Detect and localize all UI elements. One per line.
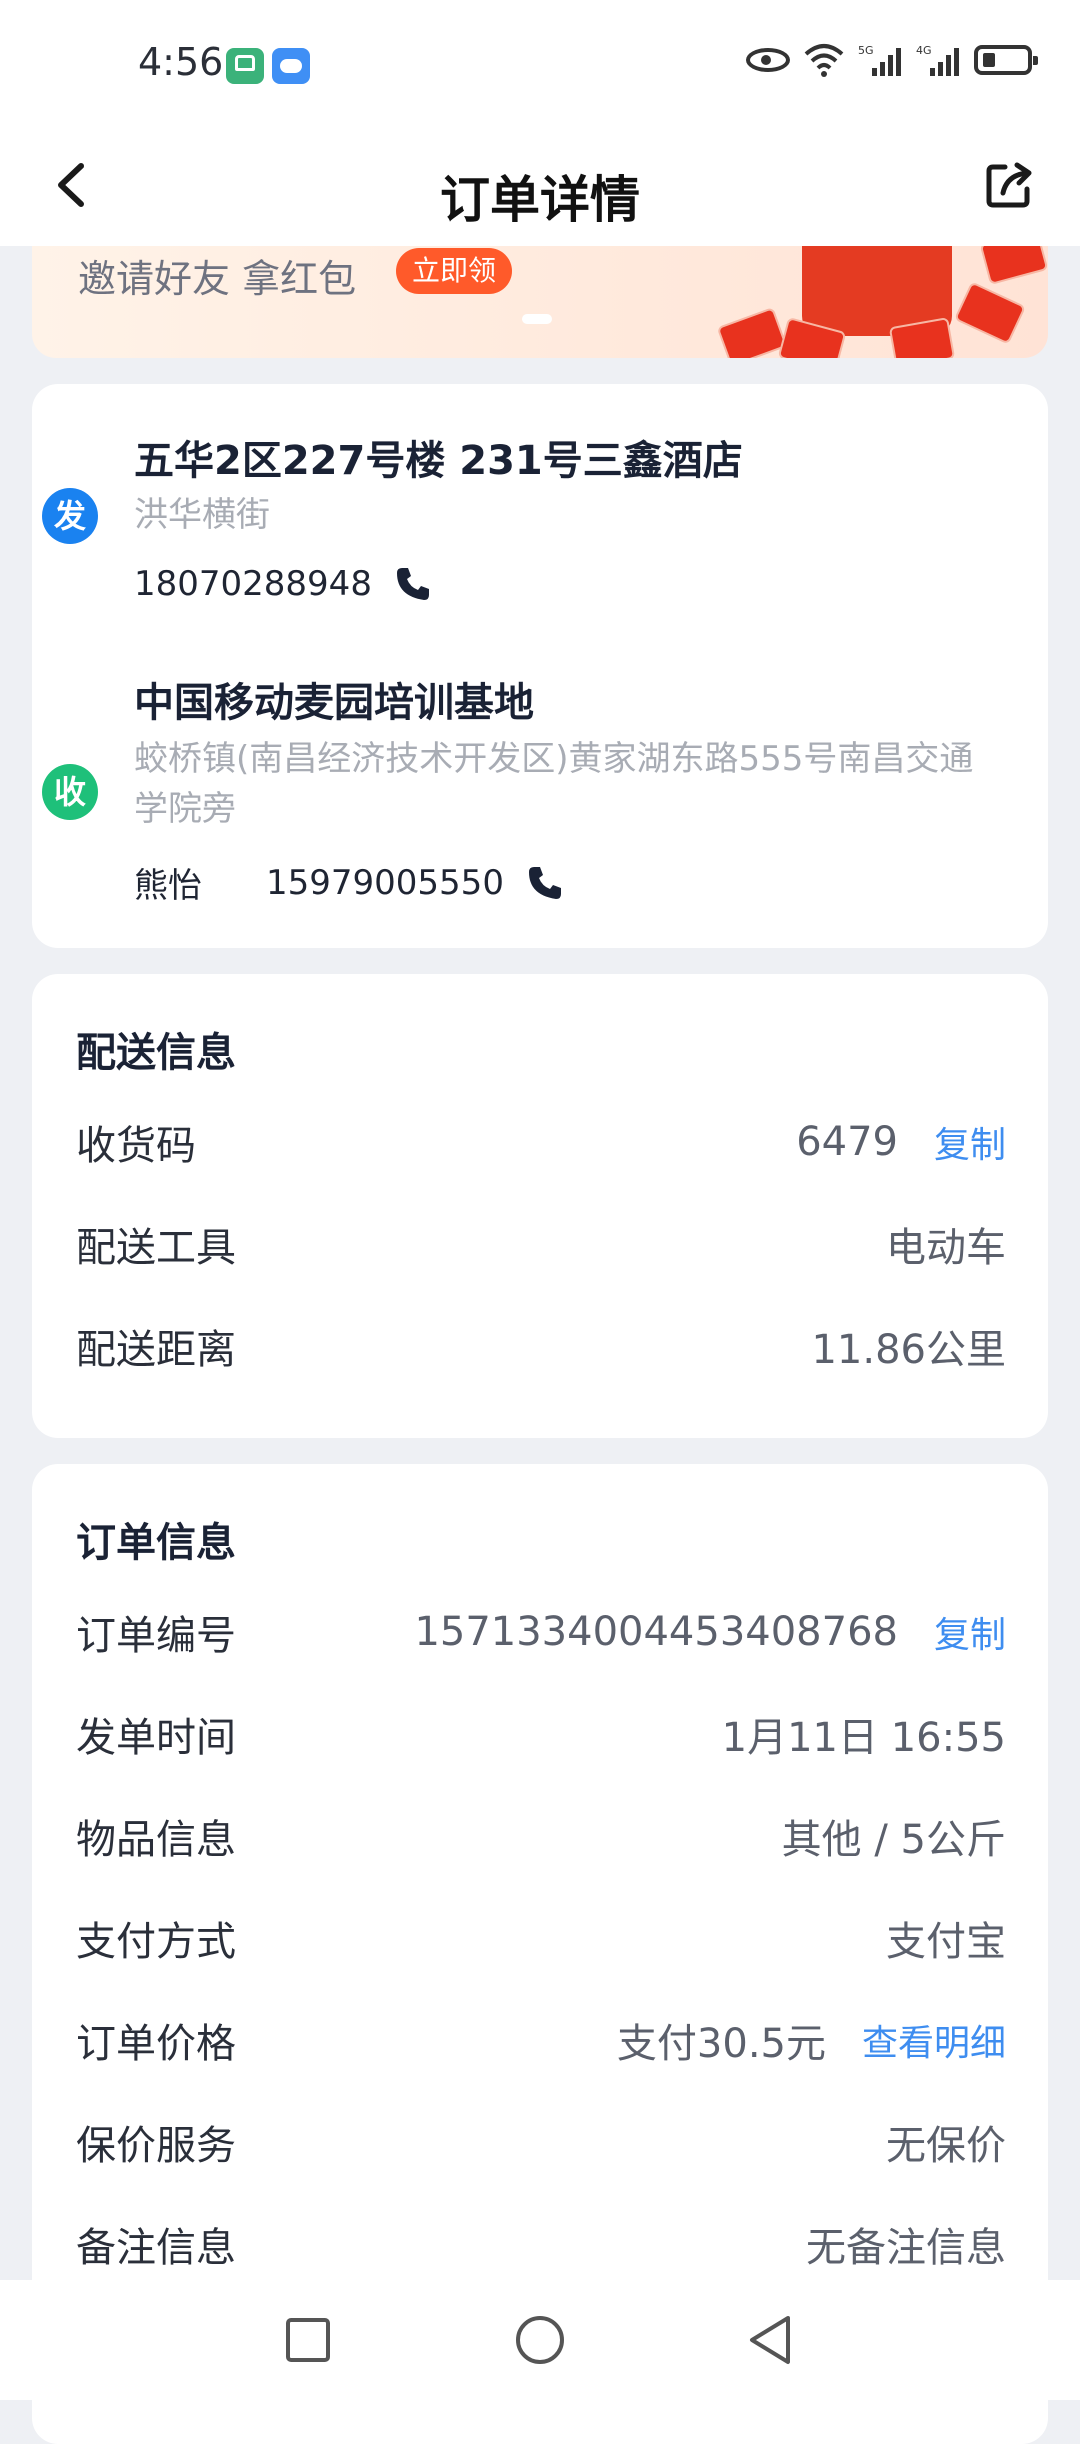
delivery-row-distance: 配送距离 11.86公里 [76,1316,1006,1376]
system-nav-bar [0,2280,1080,2400]
status-bar: 4:56 5G 4G [0,0,1080,130]
page-title: 订单详情 [440,171,640,229]
order-row-number: 订单编号 1571334004453408768 复制 [76,1602,1006,1662]
row-label: 备注信息 [76,2225,236,2271]
delivery-row-tool: 配送工具 电动车 [76,1214,1006,1274]
status-icons: 5G 4G [746,42,1038,78]
row-label: 收货码 [76,1123,196,1169]
receiver-phone-number: 15979005550 [266,862,504,903]
receiver-contact: 熊怡 15979005550 [134,858,564,907]
row-label: 订单价格 [76,2021,236,2067]
triangle-back-icon [750,2316,790,2364]
row-value: 6479 [796,1119,898,1165]
delivery-section-title: 配送信息 [76,1030,236,1076]
row-value: 电动车 [886,1225,1006,1271]
sender-address-subtitle: 洪华横街 [134,495,270,535]
order-row-item: 物品信息 其他 / 5公斤 [76,1806,1006,1866]
sender-badge: 发 [42,488,98,544]
delivery-info-card: 配送信息 收货码 6479 复制 配送工具 电动车 配送距离 11.86公里 [32,974,1048,1438]
circle-icon [516,2316,564,2364]
receiver-address-title: 中国移动麦园培训基地 [134,680,534,726]
order-row-remarks: 备注信息 无备注信息 [76,2214,1006,2274]
copy-code-button[interactable]: 复制 [934,1116,1006,1168]
row-label: 保价服务 [76,2123,236,2169]
invite-banner[interactable]: 邀请好友 拿红包 立即领 [32,246,1048,358]
row-value: 支付30.5元 [616,2021,826,2067]
row-value: 11.86公里 [811,1327,1006,1373]
row-value: 1月11日 16:55 [721,1715,1006,1761]
row-label: 订单编号 [76,1613,236,1659]
carousel-indicator [522,314,552,324]
row-value: 无保价 [886,2123,1006,2169]
signal-4g-icon: 4G [916,42,960,78]
banner-text: 邀请好友 拿红包 [78,257,357,301]
square-icon [286,2318,330,2362]
row-value: 无备注信息 [806,2225,1006,2271]
battery-icon [974,45,1038,75]
view-details-button[interactable]: 查看明细 [862,2014,1006,2066]
home-button[interactable] [510,2310,570,2370]
receiver-name: 熊怡 [134,866,202,906]
receiver-address-subtitle: 蛟桥镇(南昌经济技术开发区)黄家湖东路555号南昌交通学院旁 [134,739,974,829]
row-value: 其他 / 5公斤 [781,1817,1006,1863]
red-packet-illustration [716,246,1048,358]
row-label: 物品信息 [76,1817,236,1863]
row-value: 1571334004453408768 [414,1609,898,1655]
receiver-call-button[interactable] [526,864,564,902]
sender-call-button[interactable] [394,565,432,603]
top-app-bar: 订单详情 [0,130,1080,246]
delivery-row-code: 收货码 6479 复制 [76,1112,1006,1172]
sender-phone: 18070288948 [134,564,432,604]
receiver-badge: 收 [42,764,98,820]
phone-icon [396,568,429,600]
row-value: 支付宝 [886,1919,1006,1965]
recents-button[interactable] [278,2310,338,2370]
order-section-title: 订单信息 [76,1520,236,1566]
back-nav-button[interactable] [740,2310,800,2370]
row-label: 发单时间 [76,1715,236,1761]
row-label: 支付方式 [76,1919,236,1965]
order-row-time: 发单时间 1月11日 16:55 [76,1704,1006,1764]
order-row-insurance: 保价服务 无保价 [76,2112,1006,2172]
status-time: 4:56 [138,40,224,84]
signal-5g-icon: 5G [858,42,902,78]
eye-icon [746,48,790,72]
share-icon [986,162,1032,208]
copy-order-number-button[interactable]: 复制 [934,1606,1006,1658]
order-row-payment: 支付方式 支付宝 [76,1908,1006,1968]
row-label: 配送距离 [76,1327,236,1373]
share-button[interactable] [974,150,1044,220]
app-notification-icon [226,48,264,84]
phone-icon [528,866,561,899]
sender-address-title: 五华2区227号楼 231号三鑫酒店 [134,438,743,484]
sender-phone-number: 18070288948 [134,564,372,604]
signal-4g-label: 4G [916,44,932,57]
claim-button[interactable]: 立即领 [396,248,513,294]
wifi-icon [804,42,844,78]
row-label: 配送工具 [76,1225,236,1271]
order-row-price: 订单价格 支付30.5元 查看明细 [76,2010,1006,2070]
signal-5g-label: 5G [858,44,874,57]
cloud-notification-icon [272,48,310,84]
